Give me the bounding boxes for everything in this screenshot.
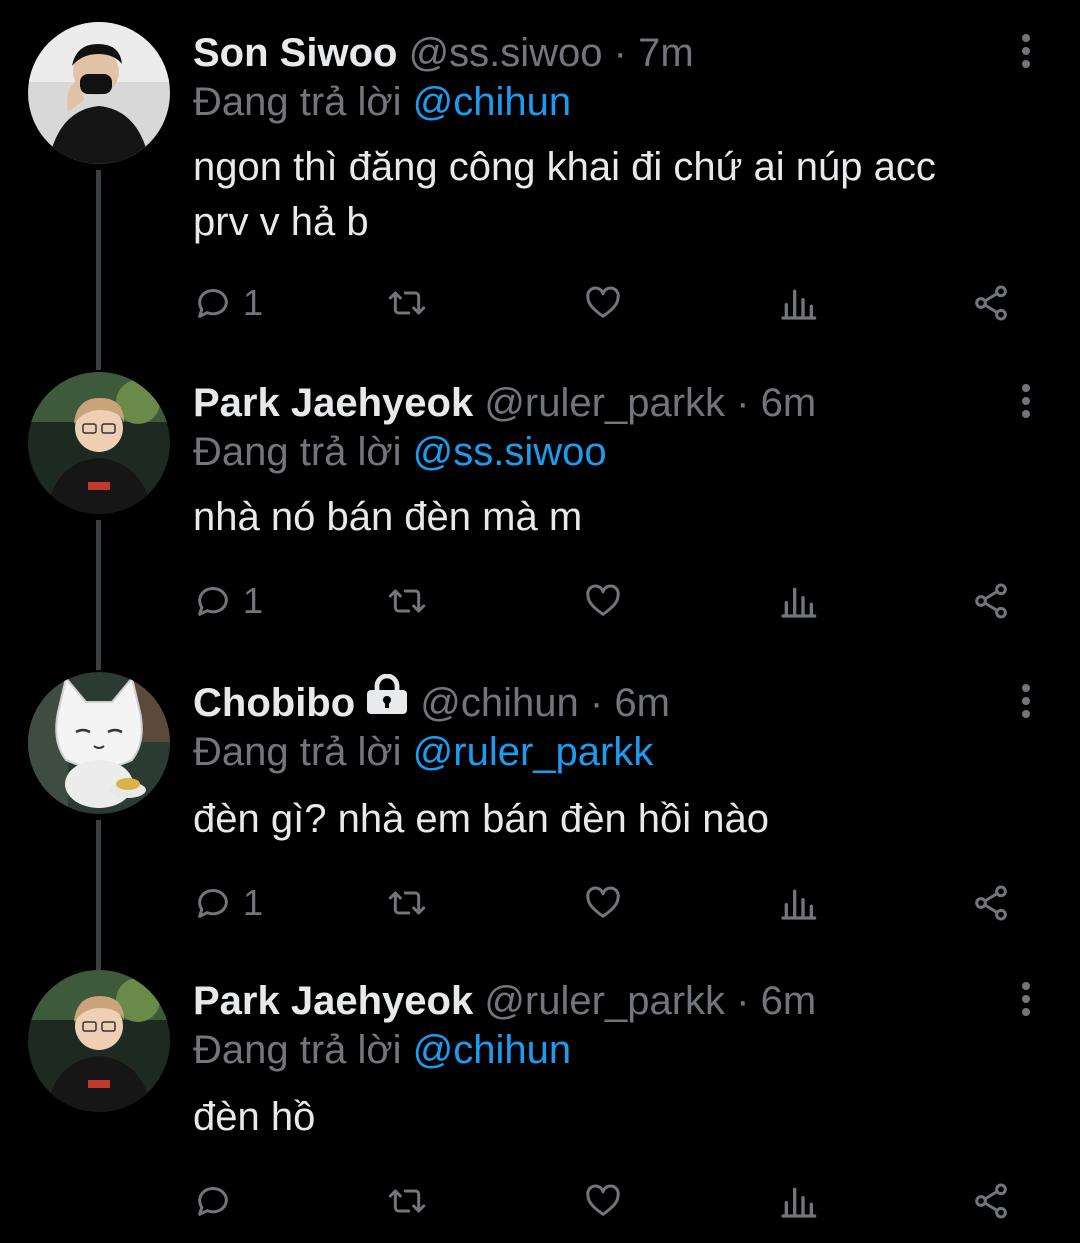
like-button[interactable] [583, 1176, 623, 1226]
reply-icon [198, 587, 228, 616]
action-bar [193, 1176, 1023, 1226]
share-icon [975, 885, 1007, 921]
retweet-icon [388, 891, 426, 915]
tweet[interactable]: Park Jaehyeok @ruler_parkk · 6m Đang trả… [0, 372, 1080, 652]
like-button[interactable] [583, 278, 623, 328]
tweet[interactable]: Park Jaehyeok @ruler_parkk · 6m Đang trả… [0, 970, 1080, 1243]
action-bar: 1 [193, 278, 1023, 328]
replying-to: Đang trả lời @chihun [193, 74, 571, 130]
replying-to-label: Đang trả lời [193, 430, 402, 474]
more-icon[interactable] [1020, 982, 1032, 1022]
timestamp[interactable]: 7m [638, 31, 694, 75]
reply-icon [198, 289, 228, 318]
share-button[interactable] [971, 576, 1011, 626]
mention-link[interactable]: @chihun [413, 1028, 571, 1072]
like-button[interactable] [583, 878, 623, 928]
author-name[interactable]: Park Jaehyeok [193, 979, 473, 1023]
author-handle[interactable]: @ruler_parkk [484, 979, 725, 1023]
retweet-icon [388, 1189, 426, 1213]
retweet-icon [388, 589, 426, 613]
avatar[interactable] [28, 970, 170, 1112]
views-button[interactable] [778, 878, 818, 928]
like-icon [586, 886, 620, 918]
reply-button[interactable]: 1 [193, 576, 263, 626]
author-name[interactable]: Chobibo [193, 681, 355, 725]
reply-button[interactable]: 1 [193, 278, 263, 328]
like-icon [586, 286, 620, 318]
replying-to-label: Đang trả lời [193, 730, 402, 774]
action-bar: 1 [193, 878, 1023, 928]
tweet-text: đèn hồ [193, 1090, 1043, 1145]
separator-dot: · [589, 681, 604, 725]
action-bar: 1 [193, 576, 1023, 626]
share-button[interactable] [971, 1176, 1011, 1226]
reply-count: 1 [243, 580, 264, 621]
share-icon [975, 583, 1007, 619]
share-icon [975, 285, 1007, 321]
replying-to: Đang trả lời @chihun [193, 1022, 571, 1078]
like-button[interactable] [583, 576, 623, 626]
tweet-text: đèn gì? nhà em bán đèn hồi nào [193, 792, 1043, 847]
views-button[interactable] [778, 576, 818, 626]
views-button[interactable] [778, 1176, 818, 1226]
replying-to: Đang trả lời @ss.siwoo [193, 424, 607, 480]
views-icon [781, 289, 817, 320]
author-handle[interactable]: @chihun [420, 681, 578, 725]
author-handle[interactable]: @ruler_parkk [484, 381, 725, 425]
share-button[interactable] [971, 278, 1011, 328]
retweet-button[interactable] [387, 576, 427, 626]
tweet-text-line: ngon thì đăng công khai đi chứ ai núp ac… [193, 145, 936, 189]
tweet[interactable]: Son Siwoo @ss.siwoo · 7m Đang trả lời @c… [0, 22, 1080, 342]
mention-link[interactable]: @ss.siwoo [413, 430, 607, 474]
like-icon [586, 584, 620, 616]
replying-to-label: Đang trả lời [193, 1028, 402, 1072]
share-button[interactable] [971, 878, 1011, 928]
retweet-icon [388, 291, 426, 315]
separator-dot: · [736, 979, 750, 1023]
more-icon[interactable] [1020, 384, 1032, 424]
mention-link[interactable]: @chihun [413, 80, 571, 124]
views-icon [781, 889, 817, 920]
tweet-text-line: đèn hồ [193, 1095, 316, 1139]
avatar[interactable] [28, 672, 170, 814]
author-name[interactable]: Park Jaehyeok [193, 381, 473, 425]
timestamp[interactable]: 6m [761, 381, 817, 425]
retweet-button[interactable] [387, 1176, 427, 1226]
tweet-text: nhà nó bán đèn mà m [193, 490, 1043, 545]
tweet-text-line: prv v hả b [193, 200, 369, 244]
author-handle[interactable]: @ss.siwoo [409, 31, 603, 75]
tweet[interactable]: Chobibo @chihun · 6m Đang trả lời @ruler… [0, 672, 1080, 952]
reply-button[interactable]: 1 [193, 878, 263, 928]
share-icon [975, 1183, 1007, 1219]
tweet-text: ngon thì đăng công khai đi chứ ai núp ac… [193, 140, 1043, 250]
retweet-button[interactable] [387, 878, 427, 928]
retweet-button[interactable] [387, 278, 427, 328]
tweet-text-line: nhà nó bán đèn mà m [193, 495, 583, 539]
replying-to-label: Đang trả lời [193, 80, 402, 124]
timestamp[interactable]: 6m [614, 681, 670, 725]
views-button[interactable] [778, 278, 818, 328]
mention-link[interactable]: @ruler_parkk [413, 730, 654, 774]
more-icon[interactable] [1020, 684, 1032, 724]
views-icon [781, 1187, 817, 1218]
avatar[interactable] [28, 22, 170, 164]
reply-count: 1 [243, 882, 264, 923]
more-icon[interactable] [1020, 34, 1032, 74]
reply-icon [198, 889, 228, 918]
avatar[interactable] [28, 372, 170, 514]
reply-icon [198, 1187, 228, 1216]
author-name[interactable]: Son Siwoo [193, 31, 397, 75]
reply-button[interactable] [193, 1176, 243, 1226]
tweet-text-line: đèn gì? nhà em bán đèn hồi nào [193, 797, 770, 841]
separator-dot: · [736, 381, 750, 425]
reply-count: 1 [243, 282, 264, 323]
timestamp[interactable]: 6m [761, 979, 817, 1023]
views-icon [781, 587, 817, 618]
like-icon [586, 1184, 620, 1216]
separator-dot: · [613, 31, 627, 75]
replying-to: Đang trả lời @ruler_parkk [193, 724, 653, 780]
